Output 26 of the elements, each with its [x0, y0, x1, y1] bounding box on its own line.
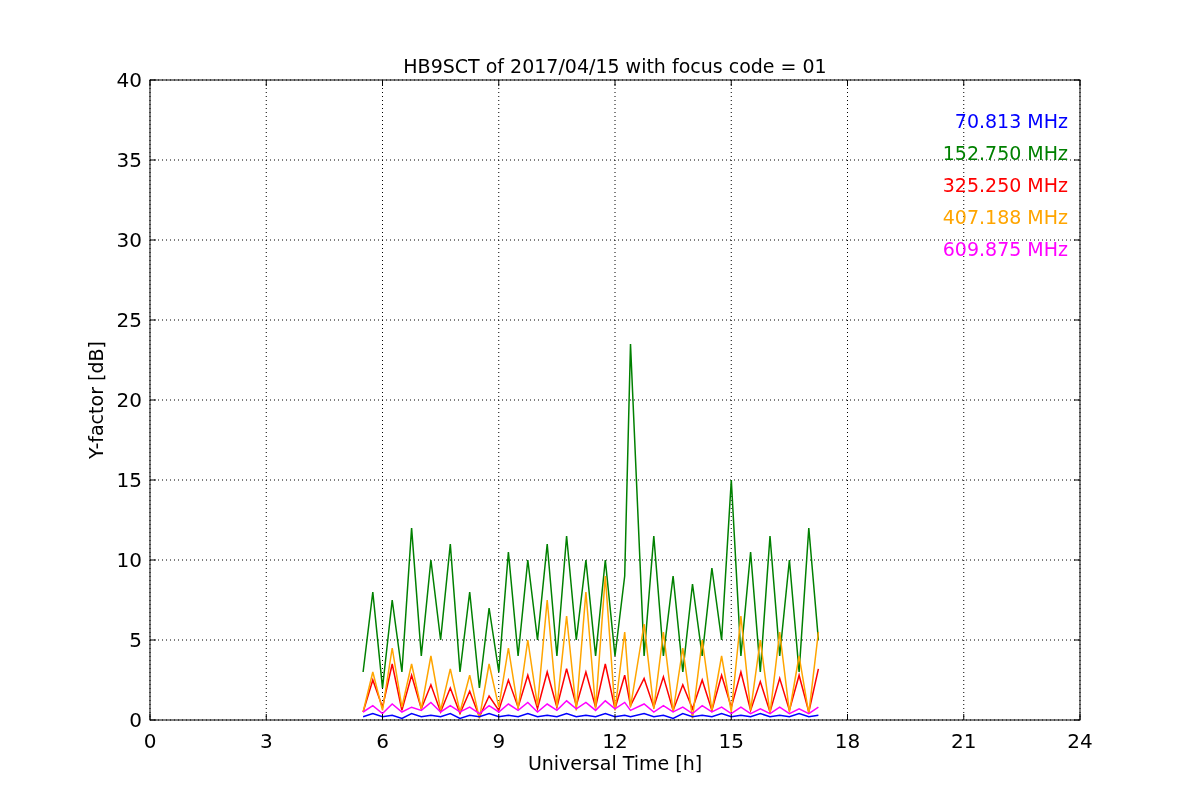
- x-axis-label: Universal Time [h]: [527, 752, 703, 774]
- x-tick-label: 18: [834, 729, 861, 753]
- y-tick-label: 40: [116, 68, 142, 92]
- y-tick-label: 30: [116, 228, 142, 252]
- x-tick-label: 0: [143, 729, 157, 753]
- y-tick-label: 10: [116, 548, 142, 572]
- x-tick-label: 12: [602, 729, 628, 753]
- x-tick-label: 21: [951, 729, 977, 753]
- y-tick-label: 20: [116, 388, 142, 412]
- x-tick-label: 15: [718, 729, 744, 753]
- y-axis-label: Y-factor [dB]: [85, 341, 107, 459]
- legend-label: 70.813 MHz: [954, 110, 1068, 132]
- chart-title: HB9SCT of 2017/04/15 with focus code = 01: [403, 55, 827, 77]
- x-tick-label: 3: [259, 729, 273, 753]
- y-tick-label: 0: [129, 708, 142, 732]
- y-tick-label: 35: [116, 148, 142, 172]
- y-tick-label: 5: [129, 628, 142, 652]
- legend-label: 325.250 MHz: [942, 174, 1068, 196]
- x-tick-label: 6: [376, 729, 389, 753]
- x-tick-label: 9: [492, 729, 506, 753]
- legend-label: 152.750 MHz: [942, 142, 1068, 164]
- y-tick-label: 15: [116, 468, 142, 492]
- legend-label: 407.188 MHz: [942, 206, 1068, 228]
- x-tick-label: 24: [1067, 729, 1093, 753]
- legend-label: 609.875 MHz: [942, 238, 1068, 260]
- y-tick-label: 25: [116, 308, 142, 332]
